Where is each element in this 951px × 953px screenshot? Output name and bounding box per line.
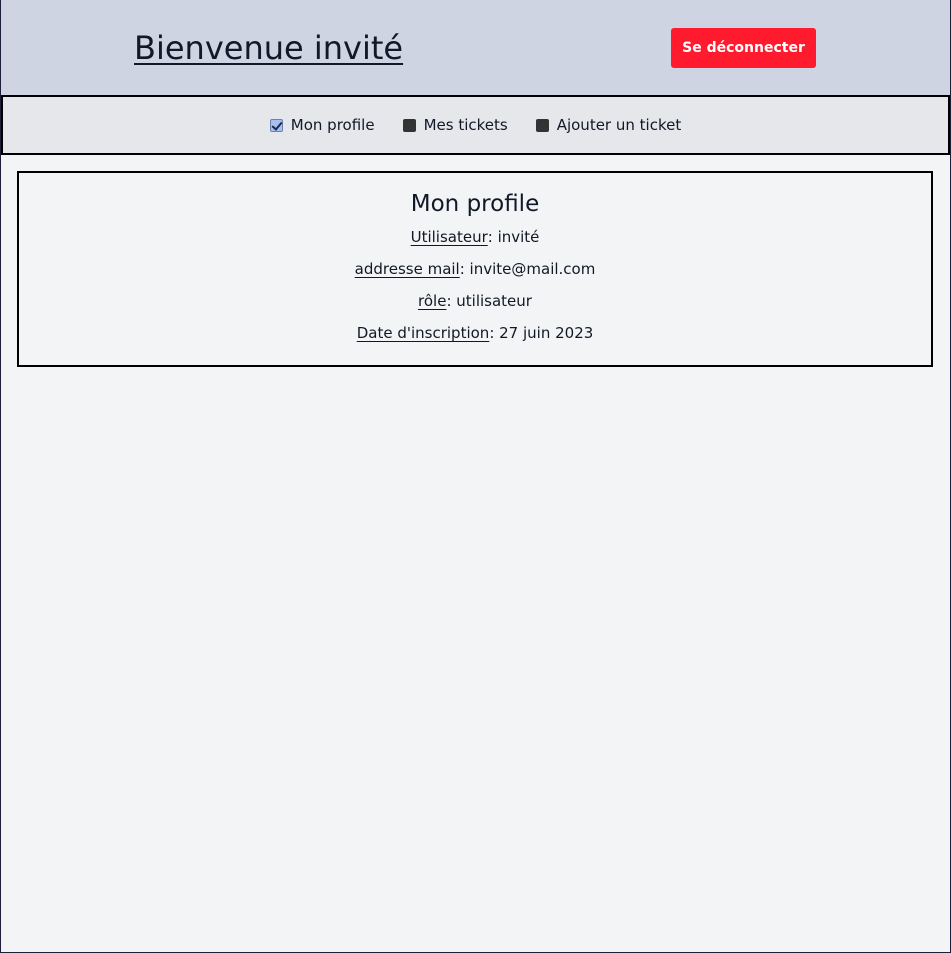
field-label: Date d'inscription bbox=[356, 324, 490, 342]
field-value: : 27 juin 2023 bbox=[489, 324, 594, 342]
nav-bar: Mon profile Mes tickets Ajouter un ticke… bbox=[1, 95, 950, 155]
field-value: : invité bbox=[487, 228, 540, 246]
nav-item-label: Mes tickets bbox=[423, 116, 508, 134]
nav-item-mon-profile[interactable]: Mon profile bbox=[269, 116, 375, 134]
field-value: : invite@mail.com bbox=[459, 260, 596, 278]
field-label: addresse mail bbox=[354, 260, 460, 278]
checkbox-unchecked-icon[interactable] bbox=[535, 118, 549, 132]
field-value: : utilisateur bbox=[446, 292, 532, 310]
profile-card: Mon profile Utilisateur : invité address… bbox=[17, 171, 933, 367]
header: Bienvenue invité Se déconnecter bbox=[1, 0, 950, 95]
page-title: Bienvenue invité bbox=[134, 29, 404, 67]
app-frame: Bienvenue invité Se déconnecter Mon prof… bbox=[1, 0, 950, 952]
nav-item-ajouter-ticket[interactable]: Ajouter un ticket bbox=[535, 116, 682, 134]
profile-field-role: rôle : utilisateur bbox=[19, 285, 931, 317]
profile-field-email: addresse mail : invite@mail.com bbox=[19, 253, 931, 285]
logout-button[interactable]: Se déconnecter bbox=[671, 28, 816, 68]
profile-field-signup-date: Date d'inscription : 27 juin 2023 bbox=[19, 317, 931, 349]
checkbox-checked-icon[interactable] bbox=[269, 118, 283, 132]
field-label: Utilisateur bbox=[410, 228, 488, 246]
profile-title: Mon profile bbox=[410, 191, 540, 217]
checkbox-unchecked-icon[interactable] bbox=[402, 118, 416, 132]
field-label: rôle bbox=[418, 292, 447, 310]
profile-field-username: Utilisateur : invité bbox=[19, 221, 931, 253]
nav-item-mes-tickets[interactable]: Mes tickets bbox=[402, 116, 508, 134]
nav-item-label: Mon profile bbox=[290, 116, 375, 134]
nav-item-label: Ajouter un ticket bbox=[556, 116, 682, 134]
